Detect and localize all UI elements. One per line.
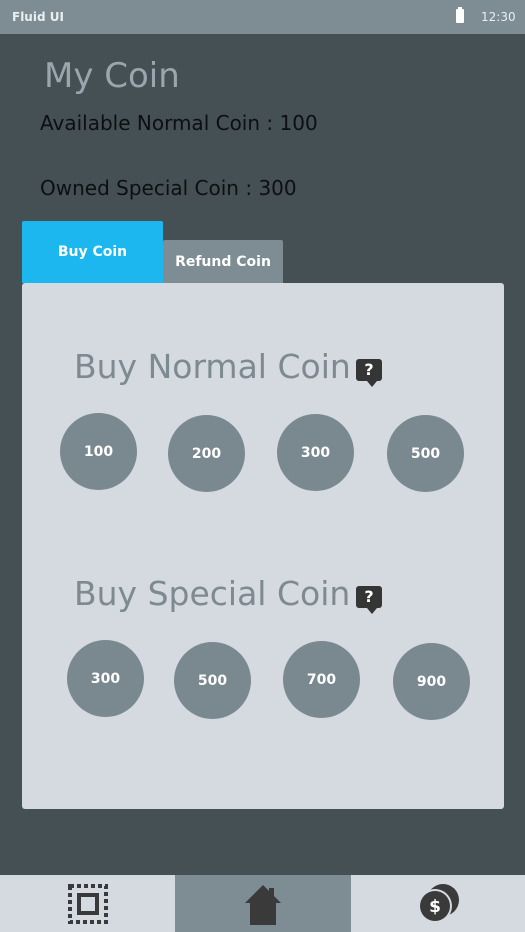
bottom-nav: $ — [0, 875, 525, 932]
special-coin-500-button[interactable]: 500 — [174, 642, 251, 719]
home-icon — [245, 884, 281, 925]
normal-coin-300-button[interactable]: 300 — [277, 414, 354, 491]
normal-coin-200-button[interactable]: 200 — [168, 415, 245, 492]
special-coin-700-button[interactable]: 700 — [283, 641, 360, 718]
buy-normal-coin-title: Buy Normal Coin — [74, 347, 351, 386]
status-time: 12:30 — [481, 10, 516, 24]
buy-coin-panel: Buy Normal Coin ? 100 200 300 500 Buy Sp… — [22, 283, 504, 809]
normal-coin-500-button[interactable]: 500 — [387, 415, 464, 492]
nav-select-frame[interactable] — [0, 875, 175, 932]
normal-coin-100-button[interactable]: 100 — [60, 413, 137, 490]
nav-home[interactable] — [175, 875, 351, 932]
available-normal-coin: Available Normal Coin : 100 — [40, 111, 318, 135]
coins-dollar-icon: $ — [418, 883, 459, 923]
special-coin-900-button[interactable]: 900 — [393, 643, 470, 720]
tab-buy-coin[interactable]: Buy Coin — [22, 221, 163, 283]
buy-special-coin-title: Buy Special Coin — [74, 574, 351, 613]
special-coin-300-button[interactable]: 300 — [67, 640, 144, 717]
tab-refund-coin[interactable]: Refund Coin — [163, 240, 283, 283]
status-bar: Fluid UI 12:30 — [0, 0, 525, 34]
page-title: My Coin — [44, 56, 180, 96]
select-frame-icon — [67, 883, 108, 924]
battery-icon — [456, 7, 464, 23]
owned-special-coin: Owned Special Coin : 300 — [40, 176, 297, 200]
nav-coins[interactable]: $ — [351, 875, 525, 932]
help-icon[interactable]: ? — [356, 359, 382, 387]
status-app-name: Fluid UI — [12, 10, 64, 24]
svg-text:$: $ — [429, 897, 441, 917]
help-icon[interactable]: ? — [356, 586, 382, 614]
